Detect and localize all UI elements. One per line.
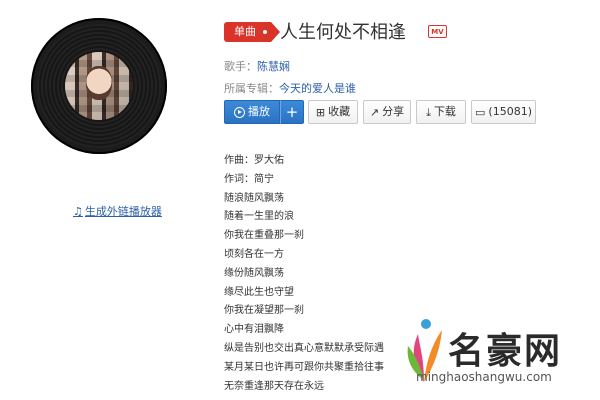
music-note-icon: ♫ bbox=[73, 205, 83, 218]
watermark-url: minghaoshangwu.com bbox=[416, 370, 552, 384]
player-link-label: 生成外链播放器 bbox=[84, 205, 162, 218]
singer-link[interactable]: 陈慧娴 bbox=[257, 60, 290, 73]
generate-player-link[interactable]: ♫ 生成外链播放器 bbox=[73, 203, 162, 219]
share-button[interactable]: ↗ 分享 bbox=[363, 100, 411, 124]
single-badge-label: 单曲 bbox=[234, 25, 256, 38]
lyric-line: 作词：简宁 bbox=[224, 173, 274, 185]
plus-icon: + bbox=[285, 103, 299, 121]
single-badge: 单曲 bbox=[224, 22, 280, 42]
lyric-line: 你我在凝望那一刹 bbox=[224, 305, 304, 317]
collect-button-label: 收藏 bbox=[328, 105, 351, 118]
album-link[interactable]: 今天的爱人是谁 bbox=[279, 82, 356, 95]
lyric-line: 你我在重叠那一刹 bbox=[224, 230, 304, 242]
mv-icon[interactable]: MV bbox=[428, 25, 447, 38]
play-circle-icon bbox=[234, 106, 245, 118]
singer-row: 歌手：陈慧娴 bbox=[224, 58, 290, 74]
play-button-label: 播放 bbox=[248, 105, 270, 118]
download-button[interactable]: ⤓ 下载 bbox=[416, 100, 466, 124]
lyric-line: 无奈重逢那天存在永远 bbox=[224, 380, 324, 392]
lyric-line: 缘尽此生也守望 bbox=[224, 286, 294, 298]
comment-button[interactable]: ▭ (15081) bbox=[471, 100, 536, 124]
share-arrow-icon: ↗ bbox=[369, 105, 380, 119]
lyric-line: 心中有泪飘降 bbox=[224, 324, 284, 336]
lyric-line: 缘份随风飘荡 bbox=[224, 267, 284, 279]
lyric-line: 随浪随风飘荡 bbox=[224, 192, 284, 204]
share-button-label: 分享 bbox=[382, 105, 405, 118]
watermark-name: 名豪网 bbox=[448, 331, 563, 372]
album-row: 所属专辑：今天的爱人是谁 bbox=[224, 80, 356, 96]
folder-plus-icon: ⊞ bbox=[315, 105, 326, 119]
play-button[interactable]: 播放 bbox=[224, 100, 280, 124]
watermark-logo: 名豪网 minghaoshangwu.com bbox=[404, 312, 594, 396]
song-title: 人生何处不相逢 bbox=[280, 22, 406, 43]
cover-face-figure bbox=[86, 66, 112, 100]
badge-dot-icon bbox=[263, 30, 267, 34]
album-cover-disc bbox=[31, 18, 167, 154]
lyric-line: 随着一生里的浪 bbox=[224, 211, 294, 223]
collect-button[interactable]: ⊞ 收藏 bbox=[308, 100, 358, 124]
singer-label: 歌手： bbox=[224, 60, 257, 73]
comment-count: (15081) bbox=[488, 105, 532, 118]
lyric-line: 某月某日也许再可跟你共聚重拾往事 bbox=[224, 361, 384, 373]
download-button-label: 下载 bbox=[433, 105, 456, 118]
lyrics-list: 作曲：罗大佑 作词：简宁 随浪随风飘荡 随着一生里的浪 你我在重叠那一刹 顷刻各… bbox=[224, 152, 384, 396]
album-label: 所属专辑： bbox=[224, 82, 279, 95]
comment-bubble-icon: ▭ bbox=[475, 105, 486, 119]
lyric-line: 顷刻各在一方 bbox=[224, 248, 284, 260]
album-cover-image bbox=[65, 52, 133, 120]
add-to-playlist-button[interactable]: + bbox=[280, 100, 304, 124]
download-icon: ⤓ bbox=[426, 105, 431, 119]
lyric-line: 纵是告别也交出真心意默默承受际遇 bbox=[224, 342, 384, 354]
lyric-line: 作曲：罗大佑 bbox=[224, 155, 284, 166]
